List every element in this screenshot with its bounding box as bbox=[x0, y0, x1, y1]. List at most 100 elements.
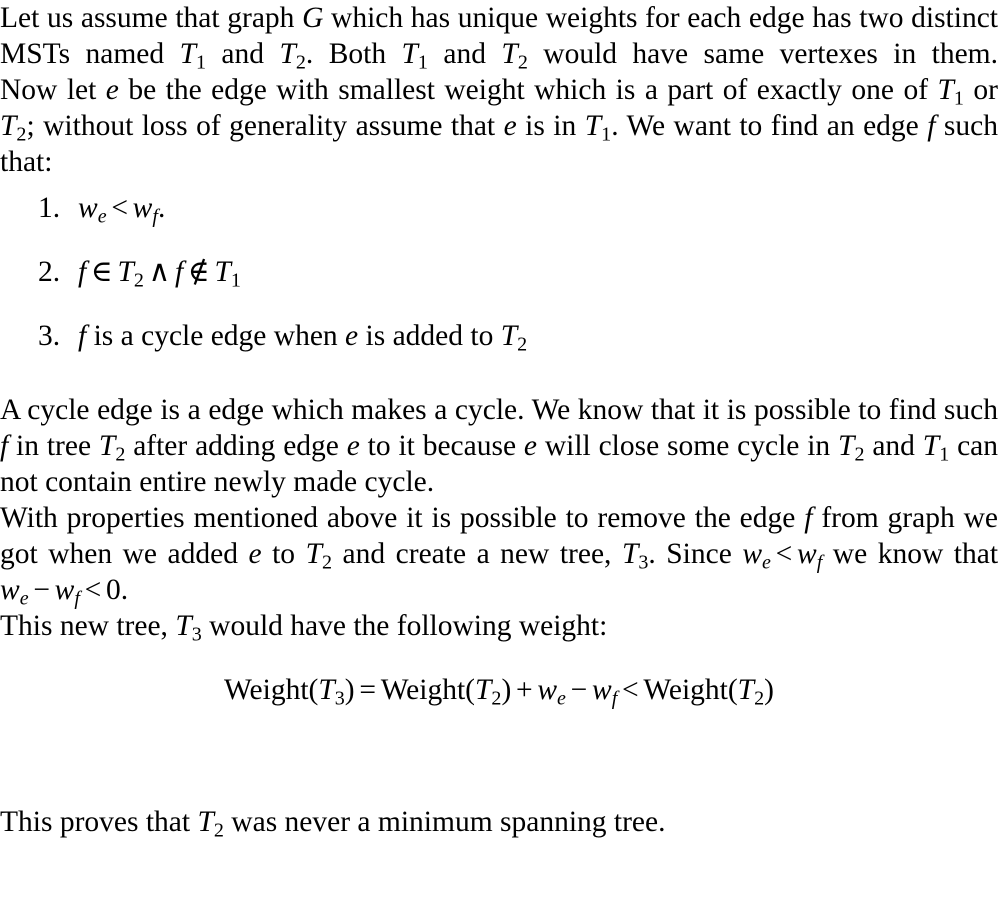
text-segment: in tree bbox=[8, 430, 99, 462]
close-paren: ) bbox=[344, 674, 355, 706]
text-segment: after adding edge bbox=[125, 430, 347, 462]
subscript: 3 bbox=[334, 687, 345, 710]
list-item-content: f is a cycle edge when e is added to T2 bbox=[78, 318, 998, 356]
math-variable-T1: T1 bbox=[179, 38, 207, 74]
paragraph-edge-definition: Now let e be the edge with smallest weig… bbox=[0, 72, 998, 180]
subscript: 2 bbox=[754, 687, 765, 710]
list-marker: 2. bbox=[38, 256, 61, 288]
math-operator-lessthan: < bbox=[622, 674, 639, 706]
text-segment: is in bbox=[516, 110, 585, 142]
text-segment: to it because bbox=[359, 430, 524, 462]
math-operator-equals: = bbox=[359, 674, 376, 706]
subscript: 1 bbox=[953, 87, 964, 110]
text-segment: A cycle edge is a edge which makes a cyc… bbox=[0, 394, 998, 426]
text-segment: . Both bbox=[305, 38, 402, 70]
list-marker: 3. bbox=[38, 320, 61, 352]
text-segment: ; without loss of generality assume that bbox=[26, 110, 504, 142]
display-equation: Weight(T3) = Weight(T2) + we − wf < Weight(T2) bbox=[0, 672, 998, 710]
math-variable-T2: T2 bbox=[305, 538, 333, 574]
list-item: 3. f is a cycle edge when e is added to … bbox=[0, 318, 998, 382]
math-variable-T3: T3 bbox=[621, 538, 649, 574]
subscript: 2 bbox=[517, 51, 528, 74]
math-variable-e: e bbox=[105, 74, 119, 106]
math-operator-element-of: ∈ bbox=[90, 256, 113, 288]
close-paren: ) bbox=[501, 674, 512, 706]
math-variable-f: f bbox=[78, 320, 87, 352]
math-variable-T1: T1 bbox=[584, 110, 612, 146]
subscript: 2 bbox=[854, 443, 865, 466]
list-item-content: we < wf. bbox=[78, 190, 998, 228]
text-segment: With properties mentioned above it is po… bbox=[0, 502, 805, 534]
math-variable-T2: T2 bbox=[501, 38, 528, 74]
math-variable-T3: T3 bbox=[318, 674, 345, 710]
math-variable-T2: T2 bbox=[737, 674, 765, 710]
subscript: 2 bbox=[115, 443, 126, 466]
math-variable-T2: T2 bbox=[475, 674, 502, 710]
math-variable-e: e bbox=[523, 430, 537, 462]
text-segment: would have same vertexes in them. bbox=[527, 38, 998, 70]
math-variable-e: e bbox=[503, 110, 517, 142]
text-segment: was never a minimum spanning tree. bbox=[223, 806, 666, 838]
math-variable-T2: T2 bbox=[197, 806, 224, 842]
function-weight: Weight( bbox=[380, 674, 475, 706]
math-number-zero: 0 bbox=[106, 574, 121, 606]
math-variable-G: G bbox=[302, 2, 324, 34]
text-segment: This new tree, bbox=[0, 610, 176, 642]
subscript: 1 bbox=[601, 123, 612, 146]
math-operator-minus: − bbox=[570, 674, 588, 706]
text-segment: . We want to find an edge bbox=[611, 110, 928, 142]
text-segment: and bbox=[206, 38, 280, 70]
math-variable-T2: T2 bbox=[500, 320, 528, 356]
math-operator-not-element-of: ∉ bbox=[187, 256, 210, 288]
subscript: 2 bbox=[517, 333, 528, 356]
math-weight-f: wf bbox=[54, 574, 80, 610]
text-segment: Now let bbox=[0, 74, 106, 106]
text-segment: is a cycle edge when bbox=[86, 320, 346, 352]
text-segment: is added to bbox=[358, 320, 501, 352]
document-page: Let us assume that graph G which has uni… bbox=[0, 0, 998, 898]
text-segment: will close some cycle in bbox=[537, 430, 839, 462]
math-weight-e: we bbox=[78, 192, 107, 228]
subscript: 1 bbox=[939, 443, 950, 466]
math-variable-T3: T3 bbox=[175, 610, 202, 646]
list-item-content: f ∈ T2 ∧ f ∉ T1 bbox=[78, 254, 998, 292]
math-variable-T2: T2 bbox=[98, 430, 126, 466]
math-variable-T2: T2 bbox=[838, 430, 865, 466]
list-item: 1. we < wf. bbox=[0, 190, 998, 254]
math-variable-T2: T2 bbox=[117, 256, 144, 292]
math-variable-f: f bbox=[0, 430, 9, 462]
subscript: 3 bbox=[638, 551, 649, 574]
period: . bbox=[157, 192, 166, 224]
text-segment: to bbox=[261, 538, 306, 570]
subscript: e bbox=[19, 587, 29, 610]
math-operator-lessthan: < bbox=[775, 538, 793, 570]
math-variable-e: e bbox=[345, 320, 359, 352]
period: . bbox=[120, 574, 129, 606]
subscript: 2 bbox=[491, 687, 502, 710]
paragraph-new-tree: With properties mentioned above it is po… bbox=[0, 500, 998, 610]
math-variable-T1: T1 bbox=[937, 74, 964, 110]
text-segment: This proves that bbox=[0, 806, 198, 838]
math-weight-f: wf bbox=[132, 192, 158, 228]
function-weight: Weight( bbox=[643, 674, 738, 706]
paragraph-cycle-edge: A cycle edge is a edge which makes a cyc… bbox=[0, 392, 998, 500]
equation-content: Weight(T3) = Weight(T2) + we − wf < Weight(T2) bbox=[224, 672, 774, 710]
math-operator-lessthan: < bbox=[84, 574, 102, 606]
subscript: 3 bbox=[191, 623, 202, 646]
text-segment: and bbox=[864, 430, 923, 462]
math-weight-f: wf bbox=[797, 538, 823, 574]
math-weight-e: we bbox=[0, 574, 29, 610]
math-variable-T2: T2 bbox=[279, 38, 306, 74]
paragraph-conclusion: This proves that T2 was never a minimum … bbox=[0, 804, 998, 842]
paragraph-weight-intro: This new tree, T3 would have the followi… bbox=[0, 608, 998, 646]
text-segment: be the edge with smallest weight which i… bbox=[118, 74, 938, 106]
subscript: 2 bbox=[322, 551, 333, 574]
text-segment: we know that bbox=[822, 538, 998, 570]
paragraph-assumption: Let us assume that graph G which has uni… bbox=[0, 0, 998, 74]
math-operator-and: ∧ bbox=[148, 256, 171, 288]
subscript: 1 bbox=[417, 51, 428, 74]
text-segment: Let us assume that graph bbox=[0, 2, 303, 34]
